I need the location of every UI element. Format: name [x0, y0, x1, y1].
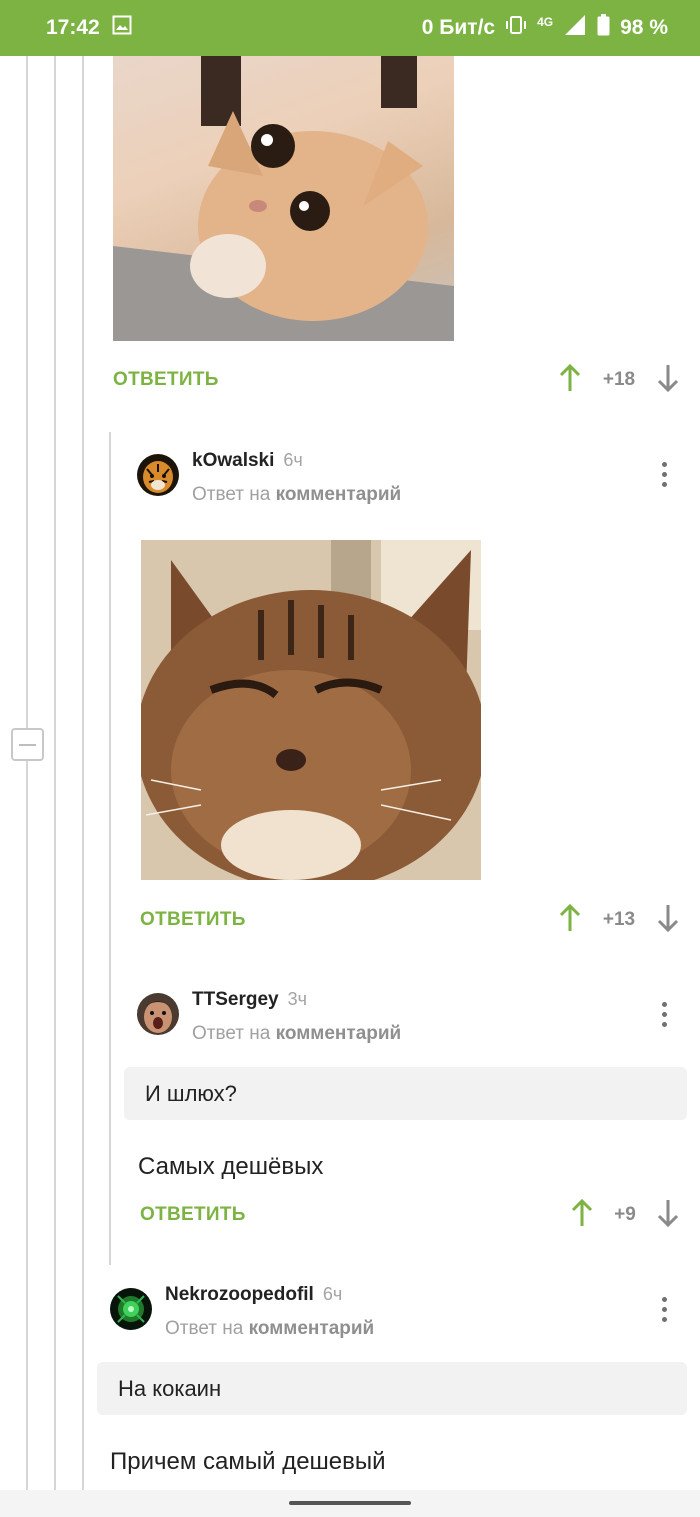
gallery-notification-icon — [112, 15, 132, 41]
reply-label: ОТВЕТИТЬ — [140, 909, 246, 930]
username[interactable]: Nekrozoopedofil — [165, 1284, 314, 1306]
upvote-icon[interactable] — [558, 903, 582, 938]
upvote-icon[interactable] — [558, 363, 582, 398]
reply-label: ОТВЕТИТЬ — [113, 369, 219, 390]
comment-text: Самых дешёвых — [138, 1153, 324, 1180]
thread-line — [54, 56, 56, 1490]
reply-button[interactable]: ОТВЕТИТЬ — [140, 900, 246, 940]
system-navigation-bar — [0, 1490, 700, 1517]
vibrate-icon — [505, 15, 527, 41]
reply-button[interactable]: ОТВЕТИТЬ — [140, 1195, 246, 1235]
comment-time: 6ч — [322, 1284, 343, 1304]
reply-to-target: комментарий — [275, 1023, 402, 1044]
comment-time: 6ч — [283, 450, 303, 470]
status-bar: 17:42 0 Бит/с 4G 98 % — [0, 0, 700, 56]
more-options-icon[interactable] — [660, 1297, 668, 1322]
username[interactable]: kOwalski — [192, 450, 274, 472]
reply-to[interactable]: Ответ на комментарий — [192, 1023, 401, 1045]
quote-text: И шлюх? — [145, 1080, 237, 1106]
thread-line — [109, 432, 111, 1265]
comment-header: kOwalski 6ч Ответ на комментарий — [137, 450, 401, 506]
downvote-icon[interactable] — [656, 363, 680, 398]
reply-button[interactable]: ОТВЕТИТЬ — [113, 360, 219, 400]
collapse-thread-button[interactable] — [11, 728, 44, 761]
quoted-comment[interactable]: И шлюх? — [124, 1067, 687, 1120]
reply-to-prefix: Ответ на — [165, 1318, 244, 1339]
username[interactable]: TTSergey — [192, 989, 279, 1011]
clock: 17:42 — [46, 16, 100, 39]
reply-to[interactable]: Ответ на комментарий — [192, 484, 401, 506]
reply-to-target: комментарий — [275, 484, 402, 505]
comment-header: Nekrozoopedofil 6ч Ответ на комментарий — [110, 1284, 374, 1340]
battery-icon — [597, 14, 610, 42]
signal-icon — [563, 14, 587, 42]
upvote-icon[interactable] — [570, 1198, 594, 1233]
quoted-comment[interactable]: На кокаин — [97, 1362, 687, 1415]
avatar[interactable] — [137, 454, 179, 496]
thread-line — [82, 56, 84, 1490]
comment-header: TTSergey 3ч Ответ на комментарий — [137, 989, 401, 1045]
avatar[interactable] — [110, 1288, 152, 1330]
more-options-icon[interactable] — [660, 462, 668, 487]
reply-to-target: комментарий — [248, 1318, 375, 1339]
reply-to-prefix: Ответ на — [192, 484, 271, 505]
thread-line — [26, 761, 28, 1490]
reply-to[interactable]: Ответ на комментарий — [165, 1318, 374, 1340]
thread-line — [26, 56, 28, 728]
comment-text: Причем самый дешевый — [110, 1448, 386, 1475]
comment-image[interactable] — [141, 540, 481, 880]
vote-controls: +18 — [558, 360, 680, 400]
network-speed: 0 Бит/с — [421, 16, 496, 39]
comment-time: 3ч — [287, 989, 307, 1009]
home-gesture-handle[interactable] — [289, 1501, 411, 1505]
reply-label: ОТВЕТИТЬ — [140, 1204, 246, 1225]
more-options-icon[interactable] — [660, 1002, 668, 1027]
downvote-icon[interactable] — [656, 1198, 680, 1233]
comment-score: +13 — [602, 909, 636, 930]
battery-level: 98 % — [620, 16, 668, 39]
downvote-icon[interactable] — [656, 903, 680, 938]
quote-text: На кокаин — [118, 1375, 222, 1401]
comment-score: +18 — [602, 369, 636, 390]
minus-icon — [19, 743, 36, 746]
network-type: 4G — [537, 15, 554, 29]
comment-image[interactable] — [113, 56, 454, 341]
vote-controls: +13 — [558, 900, 680, 940]
comment-score: +9 — [614, 1204, 636, 1225]
reply-to-prefix: Ответ на — [192, 1023, 271, 1044]
vote-controls: +9 — [570, 1195, 680, 1235]
avatar[interactable] — [137, 993, 179, 1035]
